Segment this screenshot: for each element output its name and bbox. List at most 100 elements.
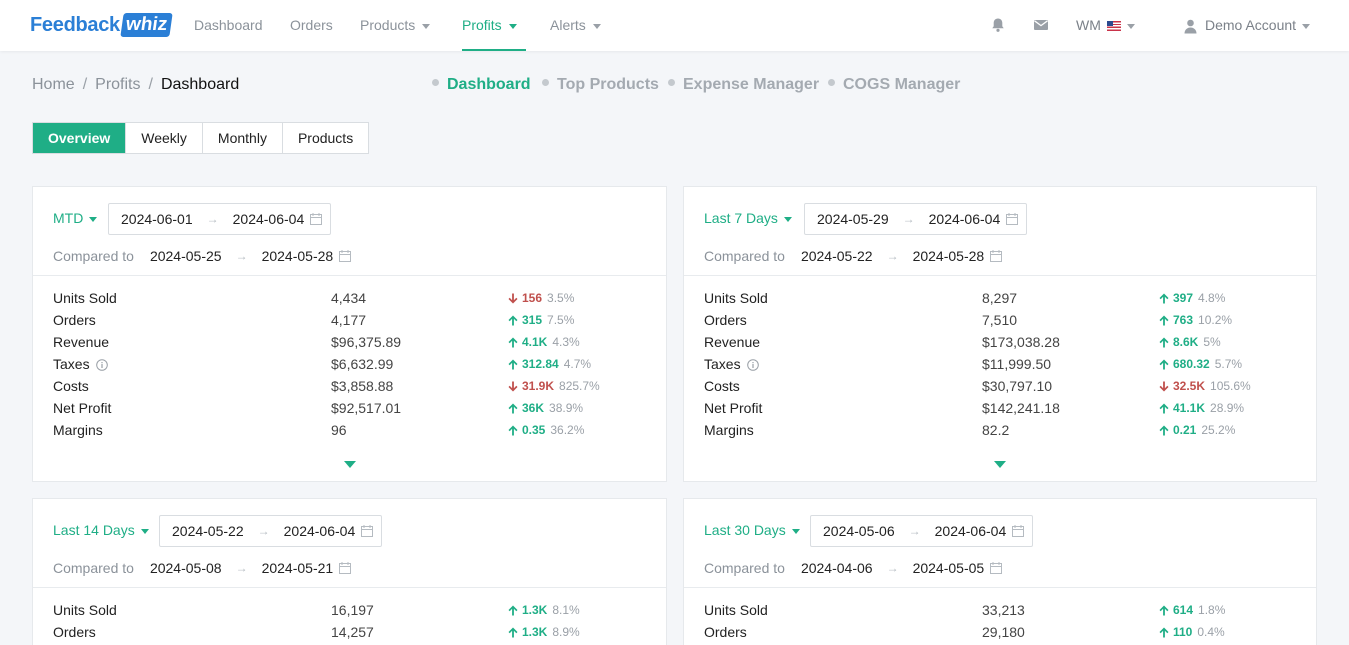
change-amount: 1.3K [522,603,548,617]
period-label: MTD [53,210,84,226]
compared-range[interactable]: Compared to 2024-05-22 → 2024-05-28 [704,248,1003,264]
metric-change: 0.21 25.2% [1159,423,1235,437]
metric-label-text: Revenue [704,334,761,350]
change-percent: 10.2% [1198,313,1233,327]
metric-label-text: Net Profit [704,400,763,416]
metric-label-text: Taxes [53,356,90,372]
arrow-right-icon: → [908,524,921,538]
date-range-picker[interactable]: 2024-06-01 → 2024-06-04 [108,203,332,235]
change-percent: 5% [1203,335,1221,349]
compared-range[interactable]: Compared to 2024-05-08 → 2024-05-21 [53,560,352,576]
metric-change: 397 4.8% [1159,291,1225,305]
date-range-picker[interactable]: 2024-05-06 → 2024-06-04 [810,515,1034,547]
info-icon[interactable] [95,359,108,372]
period-selector[interactable]: Last 14 Days [53,522,149,538]
compared-range[interactable]: Compared to 2024-04-06 → 2024-05-05 [704,560,1003,576]
date-range-picker[interactable]: 2024-05-29 → 2024-06-04 [804,203,1028,235]
us-flag-icon [1106,21,1121,32]
tab-weekly[interactable]: Weekly [126,123,203,153]
subnav-cogs-manager[interactable]: COGS Manager [828,76,960,94]
compare-end-date: 2024-05-05 [912,560,985,576]
metric-value: $142,241.18 [982,400,1060,416]
date-range-picker[interactable]: 2024-05-22 → 2024-06-04 [159,515,383,547]
metric-label-text: Units Sold [704,290,768,306]
metric-row-units-sold: Units Sold 8,297 397 4.8% [684,288,1316,310]
subnav-expense-manager-label: Expense Manager [683,76,820,93]
change-amount: 397 [1173,291,1194,305]
nav-alerts[interactable]: Alerts [550,0,601,51]
metric-label: Revenue [704,334,760,350]
chevron-down-icon [1302,23,1311,29]
mail-icon[interactable] [1033,17,1049,33]
nav-products[interactable]: Products [360,0,431,51]
metric-value: 33,213 [982,602,1025,618]
calendar-icon [1006,213,1019,225]
subnav-expense-manager[interactable]: Expense Manager [668,76,819,94]
range-start-date: 2024-05-06 [823,523,895,539]
chevron-down-icon [422,23,431,29]
subnav-dashboard[interactable]: Dashboard [432,76,531,94]
nav-orders[interactable]: Orders [290,0,333,51]
period-selector[interactable]: Last 7 Days [704,210,792,226]
arrow-up-icon [1159,605,1169,615]
expand-caret-icon[interactable] [343,461,356,468]
compared-range[interactable]: Compared to 2024-05-25 → 2024-05-28 [53,248,352,264]
account-menu[interactable]: Demo Account [1184,0,1311,50]
marketplace-selector[interactable]: WM [1076,0,1135,50]
metric-label: Orders [704,312,747,328]
change-amount: 680.32 [1173,357,1210,371]
metric-label: Net Profit [53,400,111,416]
breadcrumb-separator: / [82,76,88,93]
expand-caret-icon[interactable] [994,461,1006,468]
metric-value: $30,797.10 [982,378,1053,394]
arrow-down-icon [508,381,518,391]
logo-box: whiz [120,13,173,37]
metric-value: 7,510 [982,312,1018,328]
metric-label: Orders [53,312,96,328]
bell-icon[interactable] [990,17,1006,33]
breadcrumb-profits[interactable]: Profits [95,76,140,93]
nav-dashboard[interactable]: Dashboard [194,0,263,51]
user-icon [1184,19,1197,34]
metric-label: Margins [53,422,103,438]
compare-end-date: 2024-05-28 [261,248,334,264]
metric-row-orders: Orders 7,510 763 10.2% [684,310,1316,332]
metric-row-units-sold: Units Sold 33,213 614 1.8% [684,600,1316,622]
subnav-top-products-label: Top Products [557,76,659,93]
card-header: Last 7 Days 2024-05-29 → 2024-06-04 Compared… [684,187,1316,276]
period-card-last-14-days: Last 14 Days 2024-05-22 → 2024-06-04 Compare… [32,498,667,645]
metric-value: 82.2 [982,422,1010,438]
metric-label: Costs [53,378,89,394]
arrow-up-icon [1159,425,1169,435]
tab-monthly[interactable]: Monthly [203,123,283,153]
arrow-up-icon [1159,627,1169,637]
compare-start-date: 2024-05-25 [149,248,222,264]
chevron-down-icon [791,528,800,534]
metric-row-net-profit: Net Profit $92,517.01 36K 38.9% [33,398,666,420]
period-selector[interactable]: MTD [53,210,98,226]
calendar-icon [310,213,323,225]
calendar-icon [990,250,1003,262]
compare-start-date: 2024-05-22 [800,248,873,264]
nav-profits[interactable]: Profits [462,0,526,51]
change-percent: 4.3% [552,335,580,349]
info-icon[interactable] [746,359,759,372]
range-start-date: 2024-06-01 [121,211,193,227]
nav-alerts-label: Alerts [550,17,586,33]
arrow-up-icon [1159,293,1169,303]
change-percent: 1.8% [1198,603,1226,617]
metric-change: 31.9K 825.7% [508,379,600,393]
change-amount: 4.1K [522,335,548,349]
subnav-top-products[interactable]: Top Products [542,76,659,94]
breadcrumb-home[interactable]: Home [32,76,75,93]
metric-change: 156 3.5% [508,291,574,305]
metric-change: 763 10.2% [1159,313,1232,327]
metric-value: 4,177 [331,312,367,328]
change-percent: 8.1% [552,603,580,617]
period-selector[interactable]: Last 30 Days [704,522,800,538]
tab-products[interactable]: Products [283,123,368,153]
subnav-cogs-manager-label: COGS Manager [843,76,961,93]
range-end-date: 2024-06-04 [934,523,1007,539]
logo[interactable]: Feedback whiz [30,12,173,38]
tab-overview[interactable]: Overview [33,123,127,153]
